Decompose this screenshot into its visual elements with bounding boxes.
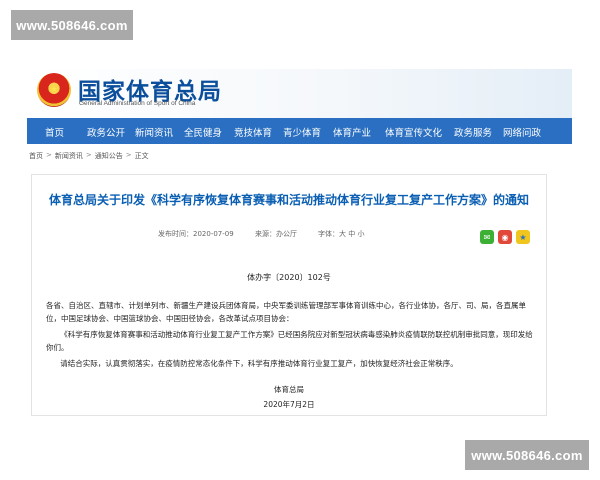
- breadcrumb-notices[interactable]: 通知公告: [95, 151, 123, 161]
- article-card: 体育总局关于印发《科学有序恢复体育赛事和活动推动体育行业复工复产工作方案》的通知…: [31, 174, 547, 416]
- site-header: ★ 国家体育总局 General Administration of Sport…: [27, 69, 572, 118]
- article-paragraph: 各省、自治区、直辖市、计划单列市、新疆生产建设兵团体育局，中央军委训练管理部军事…: [46, 301, 526, 323]
- article-signature: 体育总局: [274, 385, 304, 394]
- watermark-top: www.508646.com: [11, 10, 133, 40]
- article-paragraph: 《科学有序恢复体育赛事和活动推动体育行业复工复产工作方案》已经国务院应对新型冠状…: [46, 330, 533, 352]
- site-subtitle: General Administration of Sport of China: [79, 100, 196, 107]
- nav-item-sports-industry[interactable]: 体育产业: [333, 125, 371, 139]
- breadcrumb-separator: >: [85, 151, 92, 159]
- breadcrumb-news[interactable]: 新闻资讯: [55, 151, 83, 161]
- breadcrumb-home[interactable]: 首页: [29, 151, 43, 161]
- breadcrumb-separator: >: [125, 151, 132, 159]
- article-date: 2020年7月2日: [263, 400, 315, 409]
- breadcrumb-current: 正文: [134, 152, 149, 160]
- breadcrumb: 首页 > 新闻资讯 > 通知公告 > 正文: [29, 151, 149, 161]
- nav-item-government-services[interactable]: 政务服务: [454, 125, 492, 139]
- main-nav: 首页 政务公开 新闻资讯 全民健身 竞技体育 青少体育 体育产业 体育宣传文化 …: [27, 118, 572, 144]
- wechat-icon[interactable]: ✉: [480, 230, 494, 244]
- font-size-selector[interactable]: 字体：大 中 小: [318, 229, 364, 239]
- nav-item-youth-sports[interactable]: 青少体育: [283, 125, 321, 139]
- weibo-icon[interactable]: ◉: [498, 230, 512, 244]
- nav-item-news[interactable]: 新闻资讯: [135, 125, 173, 139]
- nav-item-competitive-sports[interactable]: 竞技体育: [234, 125, 272, 139]
- article-source: 来源：办公厅: [255, 230, 297, 238]
- qzone-icon[interactable]: ★: [516, 230, 530, 244]
- breadcrumb-separator: >: [46, 151, 52, 159]
- watermark-bottom: www.508646.com: [465, 440, 589, 470]
- nav-item-government-affairs[interactable]: 政务公开: [87, 125, 125, 139]
- national-emblem-icon[interactable]: ★: [37, 73, 71, 107]
- nav-item-fitness[interactable]: 全民健身: [184, 125, 222, 139]
- article-paragraph: 请结合实际，认真贯彻落实，在疫情防控常态化条件下，科学有序推动体育行业复工复产，…: [60, 359, 458, 368]
- publish-time: 发布时间：2020-07-09: [158, 230, 234, 238]
- nav-item-online-inquiry[interactable]: 网络问政: [503, 125, 541, 139]
- document-number: 体办字〔2020〕102号: [247, 273, 331, 282]
- nav-item-sports-culture[interactable]: 体育宣传文化: [385, 125, 442, 139]
- article-title: 体育总局关于印发《科学有序恢复体育赛事和活动推动体育行业复工复产工作方案》的通知: [48, 193, 529, 207]
- article-body: 各省、自治区、直辖市、计划单列市、新疆生产建设兵团体育局，中央军委训练管理部军事…: [46, 299, 534, 373]
- nav-item-home[interactable]: 首页: [45, 125, 64, 139]
